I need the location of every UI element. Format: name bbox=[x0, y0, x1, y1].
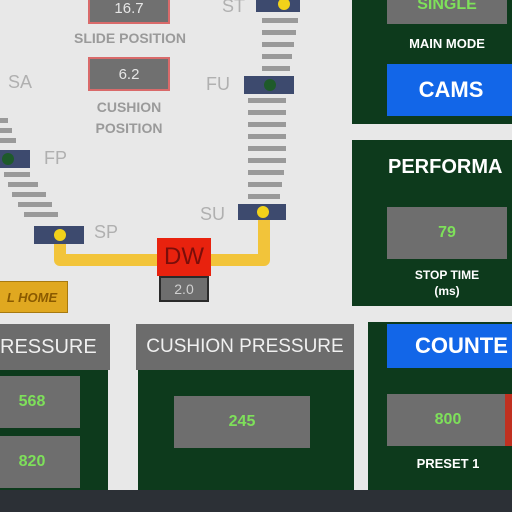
bottom-bar bbox=[0, 490, 512, 512]
dw-indicator[interactable]: DW bbox=[157, 238, 211, 276]
cams-button[interactable]: CAMS bbox=[387, 64, 512, 116]
stop-time-label: STOP TIME bbox=[414, 268, 480, 282]
stop-time-value: 79 bbox=[387, 207, 507, 259]
counter-button[interactable]: COUNTE bbox=[387, 324, 512, 368]
main-mode-value: SINGLE bbox=[387, 0, 507, 24]
cushion-pressure-header: CUSHION PRESSURE bbox=[136, 324, 354, 370]
preset-1-value: 800 bbox=[387, 394, 509, 446]
press-motion-diagram bbox=[0, 0, 300, 266]
dw-label: DW bbox=[164, 243, 204, 270]
performance-title: PERFORMA bbox=[388, 156, 503, 178]
home-button[interactable]: L HOME bbox=[0, 281, 68, 313]
preset-1-red-edge bbox=[505, 394, 512, 446]
stop-time-unit: (ms) bbox=[434, 284, 460, 298]
cushion-pressure-value: 245 bbox=[174, 396, 310, 448]
main-mode-label: MAIN MODE bbox=[409, 36, 485, 51]
pressure-value-1: 568 bbox=[0, 376, 80, 428]
preset-1-label: PRESET 1 bbox=[416, 456, 480, 471]
dw-value: 2.0 bbox=[159, 276, 209, 302]
pressure-header: RESSURE bbox=[0, 324, 110, 370]
pressure-value-2: 820 bbox=[0, 436, 80, 488]
